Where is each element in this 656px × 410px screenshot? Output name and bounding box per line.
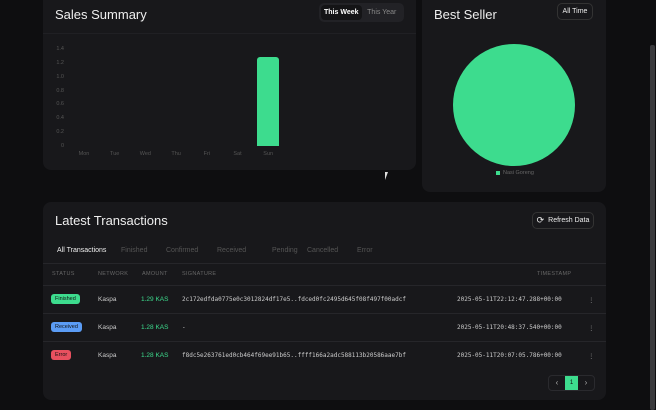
tab-confirmed[interactable]: Confirmed <box>166 247 198 254</box>
x-tick-label: Tue <box>110 151 120 157</box>
prev-page-button[interactable]: ‹ <box>549 376 565 390</box>
best-seller-title: Best Seller <box>434 7 497 22</box>
tab-all[interactable]: All Transactions <box>57 247 106 254</box>
period-toggle: This Week This Year <box>319 3 404 22</box>
next-page-button[interactable]: › <box>578 376 594 390</box>
scrollbar[interactable] <box>650 45 655 410</box>
x-tick-label: Sun <box>263 151 274 157</box>
more-actions-icon[interactable]: ⋮ <box>588 296 595 304</box>
signature: 2c172edfda0775e0c3012824df17e5..fdced0fc… <box>182 296 406 303</box>
y-tick-label: 0.6 <box>56 101 64 108</box>
x-tick-label: Thu <box>171 151 181 157</box>
pie-legend: Nasi Goreng <box>496 170 534 176</box>
mouse-cursor-icon <box>385 172 388 180</box>
legend-label: Nasi Goreng <box>503 170 534 176</box>
status-badge: Error <box>51 350 72 360</box>
sales-summary-title: Sales Summary <box>55 7 147 22</box>
x-tick-label: Fri <box>203 151 210 157</box>
amount: 1.29 KAS <box>141 296 169 303</box>
tab-cancelled[interactable]: Cancelled <box>307 247 338 254</box>
network: Kaspa <box>98 324 117 331</box>
all-time-button[interactable]: All Time <box>557 3 593 20</box>
timestamp: 2025-05-11T20:07:05.786+00:00 <box>457 352 562 359</box>
table-row[interactable]: Error Kaspa 1.28 KAS f8dc5e263761ed0cb46… <box>43 341 606 369</box>
signature: - <box>182 324 186 331</box>
more-actions-icon[interactable]: ⋮ <box>588 324 595 332</box>
table-row[interactable]: Received Kaspa 1.28 KAS - 2025-05-11T20:… <box>43 313 606 341</box>
y-tick-label: 0.8 <box>56 87 64 94</box>
bar-sun <box>257 56 280 146</box>
x-tick-label: Wed <box>139 151 151 157</box>
header-amount: AMOUNT <box>142 271 168 277</box>
table-row[interactable]: Finished Kaspa 1.29 KAS 2c172edfda0775e0… <box>43 285 606 313</box>
timestamp: 2025-05-11T20:48:37.540+00:00 <box>457 324 562 331</box>
network: Kaspa <box>98 296 117 303</box>
header-signature: SIGNATURE <box>182 271 217 277</box>
tab-error[interactable]: Error <box>357 247 373 254</box>
y-tick-label: 0 <box>60 143 64 149</box>
refresh-data-button[interactable]: ⟳ Refresh Data <box>532 212 594 229</box>
header-timestamp: TIMESTAMP <box>537 271 572 277</box>
x-tick-label: Sat <box>233 151 242 157</box>
sales-summary-card <box>43 0 416 170</box>
page-1-button[interactable]: 1 <box>565 376 578 390</box>
pagination: ‹ 1 › <box>548 375 595 391</box>
y-tick-label: 0.2 <box>56 129 64 136</box>
tab-pending[interactable]: Pending <box>272 247 298 254</box>
status-badge: Finished <box>51 294 80 304</box>
legend-swatch <box>496 171 500 175</box>
timestamp: 2025-05-11T22:12:47.288+00:00 <box>457 296 562 303</box>
y-tick-label: 0.4 <box>56 115 64 122</box>
pie-slice-nasi-goreng <box>453 44 575 166</box>
refresh-icon: ⟳ <box>536 215 545 225</box>
y-tick-label: 1.4 <box>56 46 64 52</box>
status-badge: Received <box>51 322 82 332</box>
tab-received[interactable]: Received <box>217 247 246 254</box>
tab-finished[interactable]: Finished <box>121 247 147 254</box>
x-tick-label: Mon <box>78 151 90 157</box>
more-actions-icon[interactable]: ⋮ <box>588 352 595 360</box>
network: Kaspa <box>98 352 117 359</box>
y-tick-label: 1.0 <box>56 73 64 80</box>
tab-this-year[interactable]: This Year <box>362 5 403 20</box>
signature: f8dc5e263761ed0cb464f69ee91b65..ffff166a… <box>182 352 406 359</box>
header-network: NETWORK <box>98 271 129 277</box>
transactions-title: Latest Transactions <box>55 213 168 228</box>
y-tick-label: 1.2 <box>56 59 64 66</box>
header-status: STATUS <box>52 271 75 277</box>
amount: 1.28 KAS <box>141 352 169 359</box>
amount: 1.28 KAS <box>141 324 169 331</box>
tab-this-week[interactable]: This Week <box>321 5 362 20</box>
refresh-label: Refresh Data <box>548 217 590 224</box>
